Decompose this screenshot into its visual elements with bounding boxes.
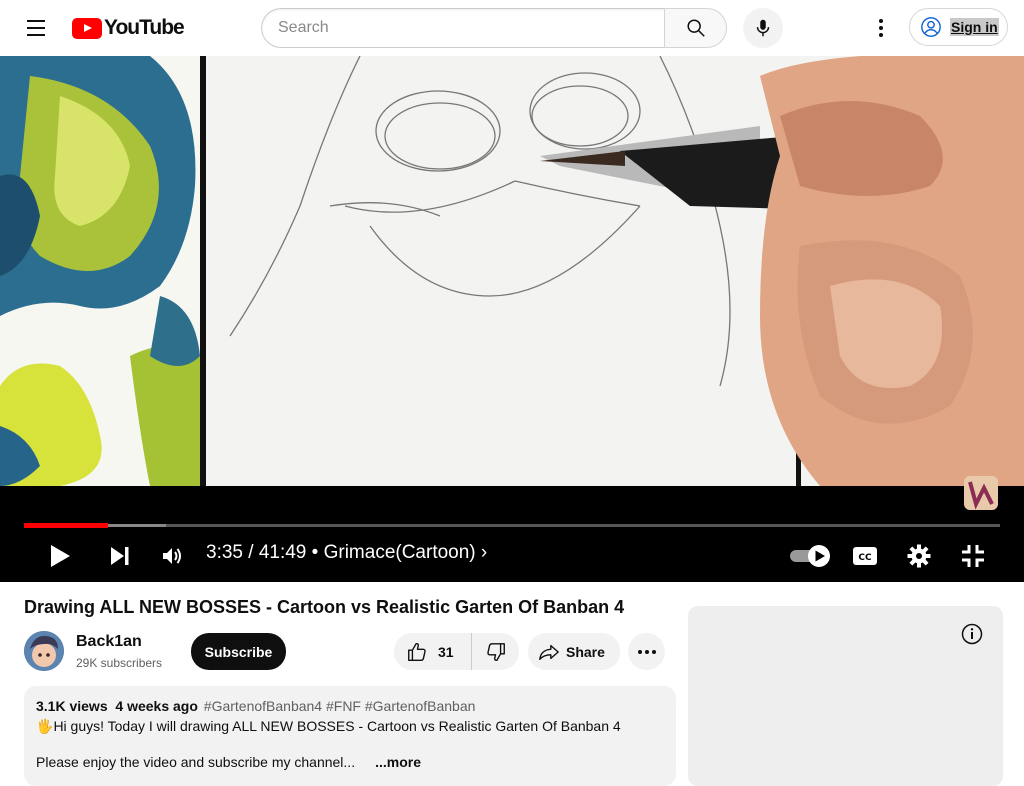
view-count: 3.1K views	[36, 698, 108, 714]
autoplay-toggle[interactable]	[786, 530, 834, 582]
channel-watermark[interactable]	[962, 474, 1000, 512]
more-dot	[651, 649, 656, 654]
total-time: 41:49	[258, 542, 307, 563]
info-icon[interactable]	[961, 623, 983, 645]
chapter-separator: •	[306, 542, 324, 563]
masthead: YouTube Search Sign in	[0, 0, 1024, 56]
next-icon	[111, 547, 129, 565]
menu-icon-bar	[27, 27, 45, 29]
subscribe-button[interactable]: Subscribe	[191, 633, 286, 670]
progress-played	[24, 523, 108, 528]
youtube-play-icon	[72, 17, 102, 39]
channel-name[interactable]: Back1an	[76, 633, 142, 651]
description-meta: 3.1K views 4 weeks ago #GartenofBanban4 …	[36, 698, 664, 714]
kebab-dot	[879, 19, 883, 23]
logo-text: YouTube	[104, 16, 185, 39]
more-actions-button[interactable]	[628, 633, 665, 670]
video-player[interactable]: 3:35 / 41:49 • Grimace(Cartoon) › CC	[0, 56, 1024, 582]
description-box[interactable]: 3.1K views 4 weeks ago #GartenofBanban4 …	[24, 686, 676, 786]
microphone-icon	[756, 19, 770, 37]
thumbs-up-icon	[408, 642, 426, 661]
share-button[interactable]: Share	[528, 633, 620, 670]
hashtags[interactable]: #GartenofBanban4 #FNF #GartenofBanban	[204, 698, 476, 714]
account-icon	[921, 17, 941, 37]
volume-icon	[163, 548, 181, 564]
description-line: 🖐Hi guys! Today I will drawing ALL NEW B…	[36, 718, 664, 735]
time-display: 3:35 / 41:49 • Grimace(Cartoon) ›	[206, 542, 487, 564]
menu-button[interactable]	[16, 8, 56, 48]
chapter-chevron-icon[interactable]: ›	[476, 542, 487, 563]
more-dot	[644, 649, 649, 654]
progress-track	[24, 524, 1000, 527]
search-input[interactable]: Search	[261, 8, 665, 48]
svg-text:CC: CC	[858, 553, 872, 563]
kebab-dot	[879, 33, 883, 37]
player-controls: 3:35 / 41:49 • Grimace(Cartoon) › CC	[0, 530, 1024, 582]
chapter-title[interactable]: Grimace(Cartoon)	[324, 542, 476, 563]
captions-icon: CC	[853, 547, 877, 565]
search-button[interactable]	[664, 8, 727, 48]
time-separator: /	[242, 542, 259, 563]
kebab-dot	[879, 26, 883, 30]
like-count: 31	[438, 643, 454, 660]
avatar-image	[24, 631, 64, 671]
next-button[interactable]	[100, 530, 140, 582]
settings-button[interactable]	[900, 530, 938, 582]
play-icon	[51, 545, 70, 567]
more-dot	[637, 649, 642, 654]
captions-button[interactable]: CC	[846, 530, 884, 582]
play-button[interactable]	[40, 530, 80, 582]
video-content-image	[0, 56, 1024, 486]
gear-icon	[907, 544, 931, 568]
share-label: Share	[566, 643, 605, 660]
share-icon	[539, 644, 559, 660]
video-frame[interactable]	[0, 56, 1024, 486]
sign-in-label: Sign in	[950, 18, 999, 36]
search-icon	[686, 19, 705, 37]
sign-in-button[interactable]: Sign in	[909, 8, 1008, 46]
menu-icon-bar	[27, 34, 45, 36]
search-placeholder: Search	[278, 19, 329, 36]
upload-age: 4 weeks ago	[115, 698, 198, 714]
youtube-logo[interactable]: YouTube	[72, 16, 185, 40]
thumbs-down-icon	[486, 642, 505, 661]
settings-menu-button[interactable]	[861, 8, 901, 48]
subscriber-count: 29K subscribers	[76, 656, 163, 670]
menu-icon-bar	[27, 20, 45, 22]
like-dislike-group: 31	[394, 633, 519, 670]
description-text: Hi guys! Today I will drawing ALL NEW BO…	[53, 718, 621, 734]
current-time: 3:35	[206, 542, 243, 563]
voice-search-button[interactable]	[743, 8, 783, 48]
exit-fullscreen-icon	[962, 545, 984, 567]
dislike-button[interactable]	[472, 633, 519, 670]
video-title: Drawing ALL NEW BOSSES - Cartoon vs Real…	[24, 597, 625, 617]
mute-button[interactable]	[152, 530, 192, 582]
like-button[interactable]: 31	[394, 633, 472, 670]
side-panel	[688, 606, 1003, 786]
progress-bar[interactable]	[24, 523, 1000, 528]
exit-fullscreen-button[interactable]	[954, 530, 992, 582]
autoplay-icon	[790, 545, 830, 567]
channel-avatar[interactable]	[24, 631, 64, 671]
hand-emoji-icon: 🖐	[36, 718, 54, 734]
